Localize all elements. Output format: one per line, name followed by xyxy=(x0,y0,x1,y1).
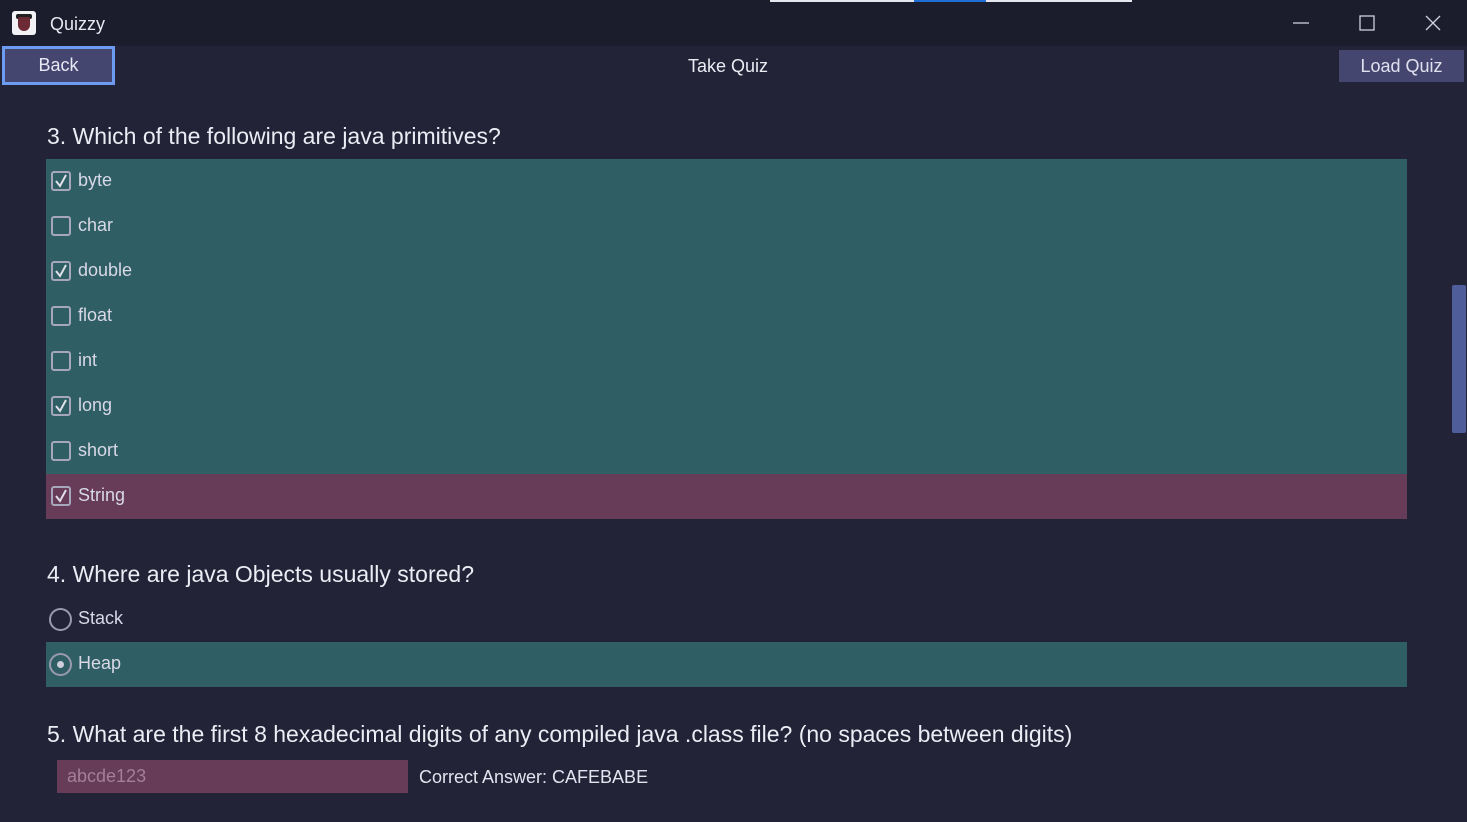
option-char[interactable]: char xyxy=(46,204,1407,249)
question-3-title: 3. Which of the following are java primi… xyxy=(47,123,501,149)
option-double[interactable]: double xyxy=(46,249,1407,294)
option-long[interactable]: long xyxy=(46,384,1407,429)
close-button[interactable] xyxy=(1400,0,1466,46)
option-label: double xyxy=(78,260,133,280)
option-label: Stack xyxy=(78,608,124,628)
option-label: short xyxy=(78,440,119,460)
option-int[interactable]: int xyxy=(46,339,1407,384)
checkbox-unchecked[interactable] xyxy=(51,351,71,371)
option-label: String xyxy=(78,485,126,505)
checkmark-icon xyxy=(55,174,67,188)
maximize-icon xyxy=(1359,15,1375,31)
checkbox-checked[interactable] xyxy=(51,171,71,191)
checkbox-checked[interactable] xyxy=(51,486,71,506)
option-label: int xyxy=(78,350,98,370)
checkbox-unchecked[interactable] xyxy=(51,441,71,461)
option-label: byte xyxy=(78,170,113,190)
option-label: float xyxy=(78,305,113,325)
maximize-button[interactable] xyxy=(1334,0,1400,46)
option-float[interactable]: float xyxy=(46,294,1407,339)
option-short[interactable]: short xyxy=(46,429,1407,474)
answer-input[interactable]: abcde123 xyxy=(57,760,408,793)
toolbar: Back Take Quiz Load Quiz xyxy=(0,46,1467,88)
close-icon xyxy=(1425,15,1441,31)
window-title: Quizzy xyxy=(50,14,106,34)
minimize-icon xyxy=(1293,22,1309,24)
option-stack[interactable]: Stack xyxy=(46,597,1407,642)
title-bar: Quizzy xyxy=(0,0,1467,46)
option-label: Heap xyxy=(78,653,122,673)
checkmark-icon xyxy=(55,489,67,503)
taskbar-strip-left xyxy=(770,0,914,2)
taskbar-strip-active xyxy=(914,0,986,2)
question-5-title: 5. What are the first 8 hexadecimal digi… xyxy=(47,721,1073,747)
page-title: Take Quiz xyxy=(687,56,769,76)
scrollbar-thumb[interactable] xyxy=(1452,285,1466,433)
checkmark-icon xyxy=(55,264,67,278)
correct-answer-label: Correct Answer: CAFEBABE xyxy=(419,767,649,787)
radio-unselected[interactable] xyxy=(49,608,72,631)
option-heap[interactable]: Heap xyxy=(46,642,1407,687)
minimize-button[interactable] xyxy=(1268,0,1334,46)
taskbar-strip-right xyxy=(986,0,1132,2)
option-byte[interactable]: byte xyxy=(46,159,1407,204)
option-string[interactable]: String xyxy=(46,474,1407,519)
checkbox-unchecked[interactable] xyxy=(51,306,71,326)
checkbox-checked[interactable] xyxy=(51,396,71,416)
checkbox-checked[interactable] xyxy=(51,261,71,281)
load-quiz-button[interactable]: Load Quiz xyxy=(1339,50,1464,82)
checkbox-unchecked[interactable] xyxy=(51,216,71,236)
option-label: char xyxy=(78,215,114,235)
question-4-title: 4. Where are java Objects usually stored… xyxy=(47,561,474,587)
radio-selected[interactable] xyxy=(49,653,72,676)
app-icon xyxy=(12,11,36,35)
checkmark-icon xyxy=(55,399,67,413)
option-label: long xyxy=(78,395,113,415)
